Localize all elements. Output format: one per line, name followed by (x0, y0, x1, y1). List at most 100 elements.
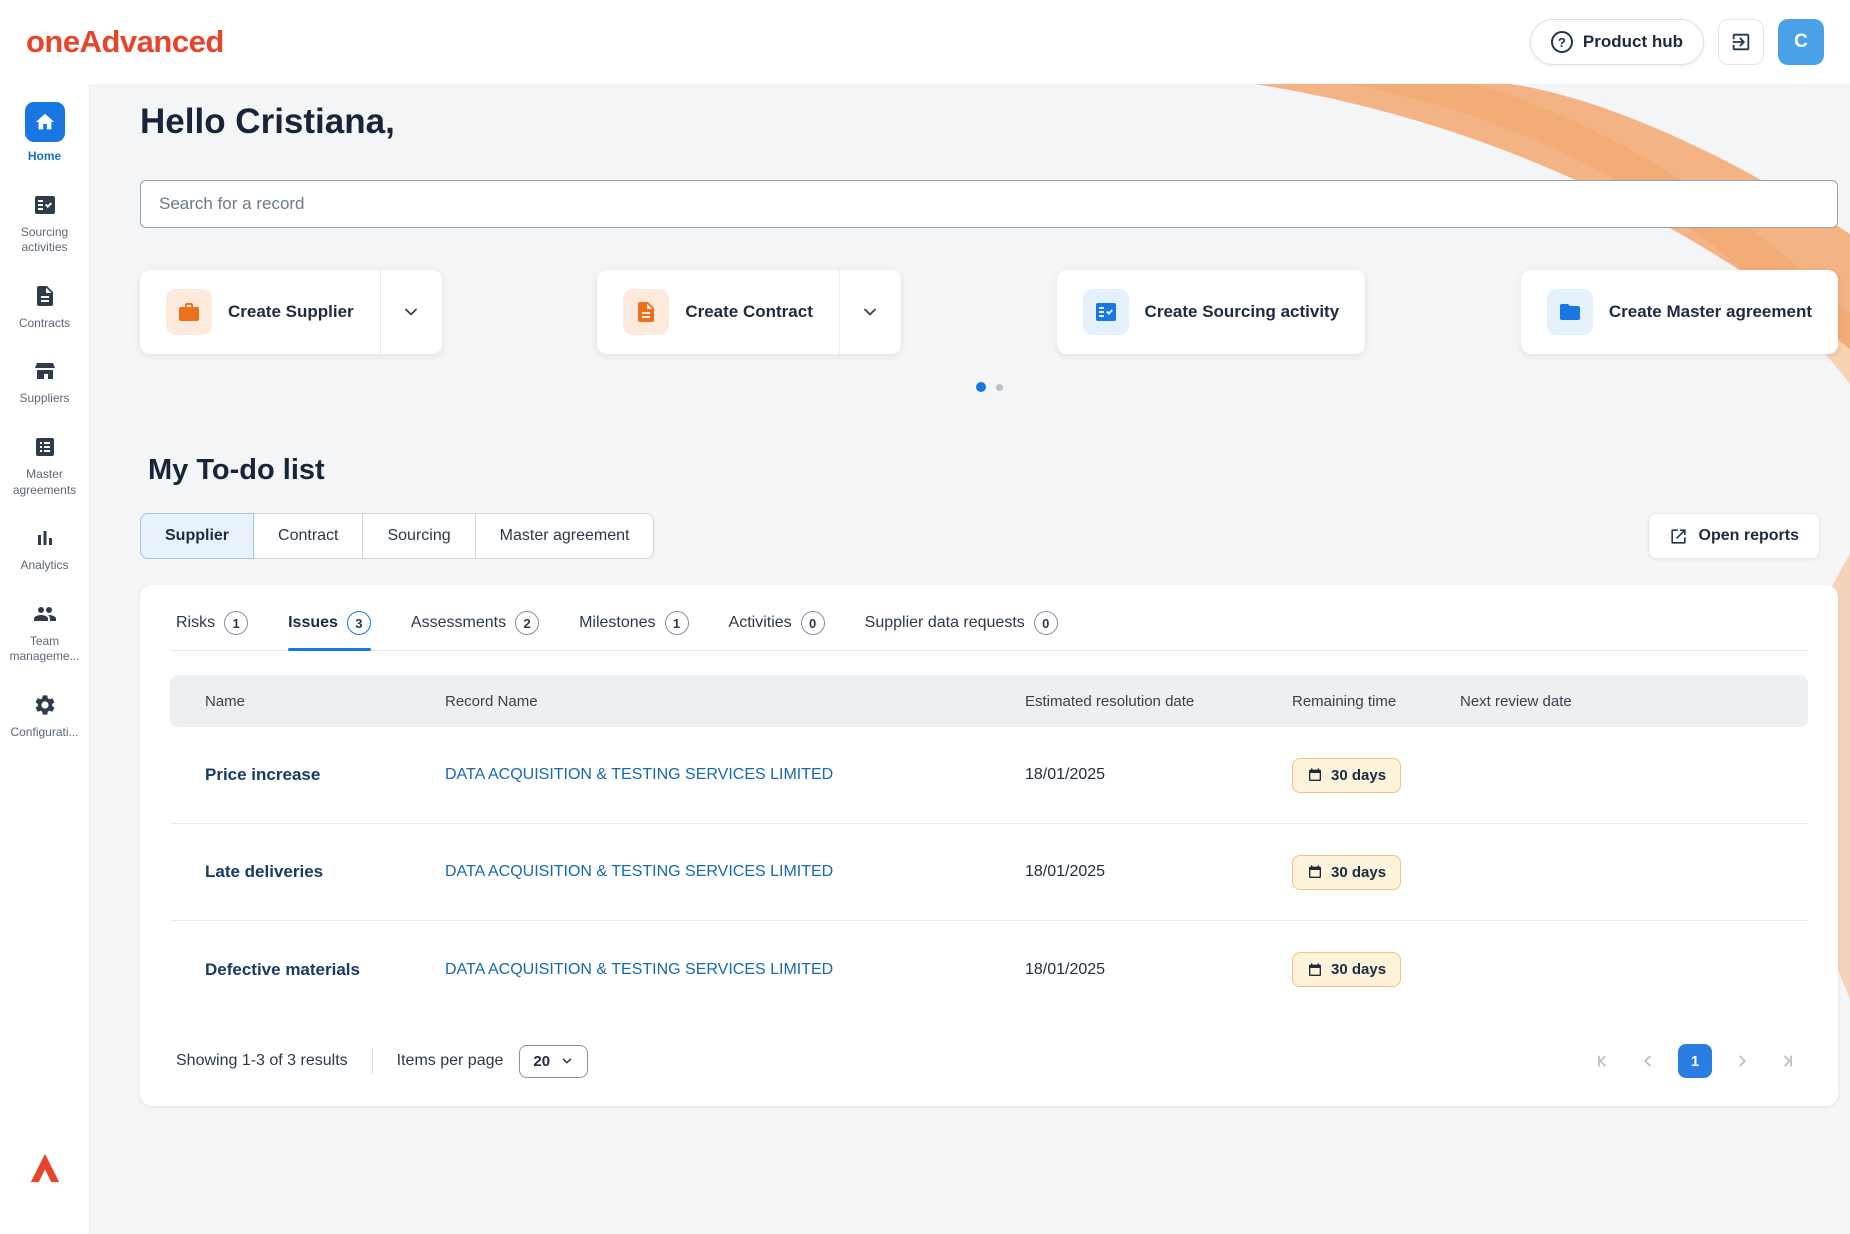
tab-issues[interactable]: Issues 3 (288, 611, 371, 650)
calendar-icon (1307, 962, 1323, 978)
remaining-time-label: 30 days (1331, 864, 1386, 881)
create-contract-button[interactable]: Create Contract (597, 270, 839, 354)
tab-label: Supplier data requests (865, 614, 1025, 632)
tab-count-badge: 1 (665, 611, 689, 635)
resolution-date: 18/01/2025 (1025, 766, 1292, 784)
create-supplier-dropdown[interactable] (380, 270, 442, 354)
tab-risks[interactable]: Risks 1 (176, 611, 248, 650)
sidebar-item-contracts[interactable]: Contracts (3, 283, 87, 332)
column-name: Name (205, 693, 445, 710)
open-reports-button[interactable]: Open reports (1648, 513, 1820, 559)
items-per-page-select[interactable]: 20 (519, 1045, 588, 1078)
next-page-button[interactable] (1728, 1047, 1756, 1075)
chevron-down-icon (860, 302, 880, 322)
filter-supplier[interactable]: Supplier (140, 513, 254, 559)
last-page-icon (1775, 1050, 1797, 1072)
sidebar-item-suppliers[interactable]: Suppliers (3, 358, 87, 407)
create-sourcing-activity-card: Create Sourcing activity (1057, 270, 1366, 354)
current-page-button[interactable]: 1 (1678, 1044, 1712, 1078)
showing-results-text: Showing 1-3 of 3 results (176, 1052, 348, 1070)
sidebar-item-analytics[interactable]: Analytics (3, 525, 87, 574)
main-content: Hello Cristiana, Create Supplier (90, 102, 1850, 1106)
sidebar-item-configuration[interactable]: Configurati... (3, 692, 87, 741)
record-name-link[interactable]: DATA ACQUISITION & TESTING SERVICES LIMI… (445, 766, 1025, 784)
sidebar-item-label: Contracts (19, 316, 70, 332)
filter-contract[interactable]: Contract (253, 513, 363, 559)
record-name-link[interactable]: DATA ACQUISITION & TESTING SERVICES LIMI… (445, 961, 1025, 979)
record-search (140, 180, 1838, 228)
create-master-agreement-button[interactable]: Create Master agreement (1521, 270, 1838, 354)
todo-list-title: My To-do list (148, 454, 1850, 487)
chevron-left-icon (1637, 1050, 1659, 1072)
tab-count-badge: 0 (1034, 611, 1058, 635)
todo-tabs: Risks 1 Issues 3 Assessments 2 Milestone… (170, 593, 1808, 651)
calendar-icon (1307, 864, 1323, 880)
filter-sourcing[interactable]: Sourcing (362, 513, 475, 559)
last-page-button[interactable] (1772, 1047, 1800, 1075)
tab-label: Issues (288, 614, 338, 632)
remaining-time-label: 30 days (1331, 961, 1386, 978)
issue-name-link[interactable]: Defective materials (205, 960, 445, 980)
carousel-dots (140, 382, 1838, 392)
remaining-time-label: 30 days (1331, 767, 1386, 784)
issue-name-link[interactable]: Price increase (205, 765, 445, 785)
advanced-mark-logo (28, 1151, 62, 1190)
create-sourcing-activity-button[interactable]: Create Sourcing activity (1057, 270, 1366, 354)
search-input[interactable] (140, 180, 1838, 228)
tab-label: Activities (729, 614, 792, 632)
sidebar-item-master-agreements[interactable]: Master agreements (3, 434, 87, 498)
tab-assessments[interactable]: Assessments 2 (411, 611, 539, 650)
sourcing-activities-icon (32, 192, 58, 218)
logout-icon (1730, 31, 1752, 53)
carousel-dot-1[interactable] (976, 382, 986, 392)
tab-count-badge: 0 (801, 611, 825, 635)
user-avatar[interactable]: C (1778, 19, 1824, 65)
chevron-down-icon (401, 302, 421, 322)
main-area: Hello Cristiana, Create Supplier (90, 84, 1850, 1234)
quick-action-cards: Create Supplier Create Contract (140, 270, 1838, 354)
suppliers-icon (32, 358, 58, 384)
product-hub-button[interactable]: ? Product hub (1530, 19, 1704, 65)
oneadvanced-logo[interactable]: oneAdvanced (26, 24, 224, 60)
record-name-link[interactable]: DATA ACQUISITION & TESTING SERVICES LIMI… (445, 863, 1025, 881)
sourcing-check-icon (1083, 289, 1129, 335)
issue-name-link[interactable]: Late deliveries (205, 862, 445, 882)
top-bar-actions: ? Product hub C (1530, 19, 1824, 65)
tab-milestones[interactable]: Milestones 1 (579, 611, 688, 650)
table-row: Late deliveries DATA ACQUISITION & TESTI… (170, 824, 1808, 921)
first-page-button[interactable] (1590, 1047, 1618, 1075)
tab-supplier-data-requests[interactable]: Supplier data requests 0 (865, 611, 1058, 650)
record-type-filter: Supplier Contract Sourcing Master agreem… (140, 513, 654, 559)
carousel-dot-2[interactable] (996, 384, 1003, 391)
remaining-time-badge: 30 days (1292, 952, 1401, 987)
external-link-icon (1669, 527, 1688, 546)
tab-activities[interactable]: Activities 0 (729, 611, 825, 650)
analytics-icon (32, 525, 58, 551)
divider (372, 1048, 373, 1074)
previous-page-button[interactable] (1634, 1047, 1662, 1075)
sidebar-item-team-management[interactable]: Team manageme... (3, 601, 87, 665)
filter-master-agreement[interactable]: Master agreement (475, 513, 655, 559)
top-bar: oneAdvanced ? Product hub C (0, 0, 1850, 84)
column-estimated-resolution-date: Estimated resolution date (1025, 693, 1292, 710)
table-row: Defective materials DATA ACQUISITION & T… (170, 921, 1808, 1018)
sidebar-item-sourcing-activities[interactable]: Sourcing activities (3, 192, 87, 256)
sidebar-item-label: Configurati... (10, 725, 78, 741)
home-icon (25, 102, 65, 142)
create-supplier-button[interactable]: Create Supplier (140, 270, 380, 354)
todo-panel: Risks 1 Issues 3 Assessments 2 Milestone… (140, 585, 1838, 1106)
pagination: 1 (1590, 1044, 1800, 1078)
tab-count-badge: 1 (224, 611, 248, 635)
resolution-date: 18/01/2025 (1025, 961, 1292, 979)
todo-filter-bar: Supplier Contract Sourcing Master agreem… (140, 513, 1820, 559)
table-footer: Showing 1-3 of 3 results Items per page … (170, 1018, 1808, 1084)
product-hub-label: Product hub (1583, 32, 1683, 52)
team-management-icon (32, 601, 58, 627)
tab-count-badge: 2 (515, 611, 539, 635)
briefcase-icon (166, 289, 212, 335)
results-summary: Showing 1-3 of 3 results Items per page … (176, 1045, 588, 1078)
app-window: oneAdvanced ? Product hub C Home Sourcin… (0, 0, 1850, 1234)
create-contract-dropdown[interactable] (839, 270, 901, 354)
logout-button[interactable] (1718, 19, 1764, 65)
sidebar-item-home[interactable]: Home (3, 102, 87, 165)
